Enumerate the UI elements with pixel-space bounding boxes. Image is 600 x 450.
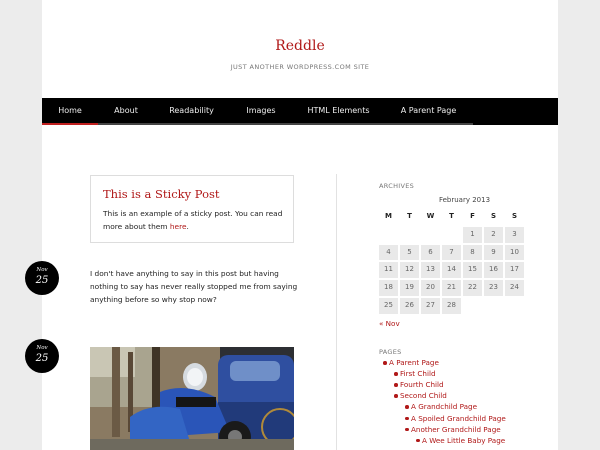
nav-item-underline [154, 123, 229, 125]
calendar-day: 19 [400, 280, 419, 296]
page-link[interactable]: A Parent Page [383, 358, 439, 367]
calendar-day: 21 [442, 280, 461, 296]
nav-item-label: Home [58, 106, 82, 115]
calendar-day: 7 [442, 244, 461, 261]
nav-item-html-elements[interactable]: HTML Elements [293, 98, 384, 125]
nav-item-underline [229, 123, 293, 125]
calendar-day: 6 [421, 244, 440, 261]
page-link[interactable]: Second Child [394, 391, 447, 400]
calendar-day: 15 [463, 262, 482, 279]
post-date-day: 25 [35, 353, 49, 364]
post-date-badge: Nov 25 [25, 261, 59, 295]
post-date-month: Nov [36, 267, 48, 273]
calendar-day: 20 [421, 280, 440, 296]
nav-item-label: Images [246, 106, 276, 115]
calendar-weekday: M [385, 212, 392, 220]
nav-item-images[interactable]: Images [229, 98, 293, 125]
post-date-month: Nov [36, 345, 48, 351]
calendar-day: 3 [505, 226, 524, 243]
calendar-day: 25 [379, 297, 398, 314]
pages-widget-title: PAGES [379, 348, 402, 356]
nav-item-underline [384, 123, 473, 125]
calendar-day: 4 [379, 244, 398, 261]
sticky-post-text-end: . [186, 221, 189, 231]
calendar-day: 27 [421, 297, 440, 314]
calendar-weekday: S [511, 212, 518, 220]
page-link[interactable]: Another Grandchild Page [405, 425, 501, 434]
nav-item-a-parent-page[interactable]: A Parent Page [384, 98, 473, 125]
calendar-day: 9 [484, 244, 503, 261]
nav-item-underline [98, 123, 154, 125]
calendar-weekday: F [470, 212, 475, 220]
nav-item-home[interactable]: Home [42, 98, 98, 125]
page-link[interactable]: First Child [394, 369, 436, 378]
calendar-empty-cell [421, 227, 440, 243]
calendar-day: 5 [400, 244, 419, 261]
nav-active-indicator [42, 123, 98, 125]
nav-item-label: About [114, 106, 138, 115]
post-date-badge: Nov 25 [25, 339, 59, 373]
calendar-day: 22 [463, 280, 482, 296]
nav-item-label: Readability [169, 106, 214, 115]
nav-item-readability[interactable]: Readability [154, 98, 229, 125]
calendar-day: 10 [505, 244, 524, 261]
calendar-day: 8 [463, 244, 482, 261]
calendar-day: 26 [400, 297, 419, 314]
sticky-post-title[interactable]: This is a Sticky Post [103, 187, 220, 201]
post-date-day: 25 [35, 275, 49, 286]
page-link[interactable]: A Grandchild Page [405, 402, 477, 411]
post-featured-image[interactable] [90, 347, 294, 450]
nav-item-label: A Parent Page [400, 106, 457, 115]
calendar-day: 11 [379, 262, 398, 279]
nav-item-underline [293, 123, 384, 125]
sticky-post-text: This is an example of a sticky post. You… [103, 209, 283, 231]
calendar-weekday: T [449, 212, 454, 220]
post-body: I don't have anything to say in this pos… [90, 269, 298, 304]
site-title[interactable]: Reddle [42, 38, 558, 54]
calendar-empty-cell [442, 227, 461, 243]
calendar-day: 1 [463, 226, 482, 243]
calendar-weekday: S [490, 212, 497, 220]
calendar-empty-cell [400, 227, 419, 243]
page-link[interactable]: A Wee Little Baby Page [415, 436, 505, 445]
calendar-weekday: T [407, 212, 412, 220]
calendar-day: 2 [484, 226, 503, 243]
calendar-day: 24 [505, 280, 524, 296]
page-link[interactable]: Fourth Child [394, 380, 444, 389]
archives-widget-title: ARCHIVES [379, 182, 415, 190]
calendar-weekday: W [426, 212, 435, 220]
calendar-day: 14 [442, 262, 461, 279]
sticky-post-excerpt: This is an example of a sticky post. You… [103, 208, 288, 233]
calendar-day: 13 [421, 262, 440, 279]
page-link[interactable]: A Spoiled Grandchild Page [405, 414, 506, 423]
column-divider [336, 174, 337, 450]
nav-item-about[interactable]: About [98, 98, 154, 125]
calendar-day: 28 [442, 297, 461, 314]
archive-calendar: February 2013 M T W T F S S 1 2 3 4 5 6 7 8 9 10 11 12 13 14… [379, 196, 550, 314]
main-navigation: Home About Readability Images HTML Eleme… [42, 98, 558, 125]
scooter-photo [90, 347, 294, 450]
calendar-day: 17 [505, 262, 524, 279]
sticky-post-link[interactable]: here [170, 222, 187, 231]
nav-item-label: HTML Elements [307, 106, 370, 115]
calendar-day: 16 [484, 262, 503, 279]
site-tagline: JUST ANOTHER WORDPRESS.COM SITE [230, 63, 370, 71]
calendar-empty-cell [379, 227, 398, 243]
calendar-day: 23 [484, 280, 503, 296]
calendar-day: 12 [400, 262, 419, 279]
calendar-day: 18 [379, 280, 398, 296]
calendar-caption: February 2013 [438, 196, 491, 204]
calendar-prev-month-link[interactable]: « Nov [379, 319, 400, 328]
calendar-grid: M T W T F S S 1 2 3 4 5 6 7 8 9 10 11 12 13 14 15 16 17 18 19 20 21… [379, 209, 550, 314]
page-container: Reddle JUST ANOTHER WORDPRESS.COM SITE H… [25, 0, 558, 450]
sticky-post: This is a Sticky Post This is an example… [90, 175, 294, 243]
